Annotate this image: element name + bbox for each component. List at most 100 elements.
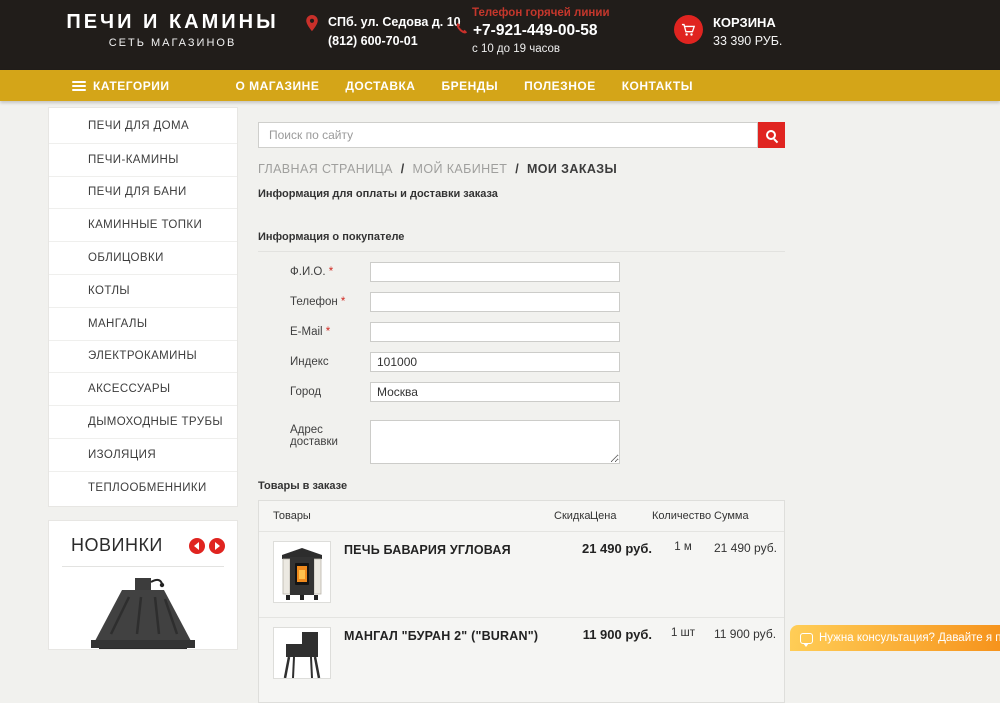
header: ПЕЧИ И КАМИНЫ СЕТЬ МАГАЗИНОВ СПб. ул. Се… [0, 0, 1000, 70]
breadcrumb-current: МОИ ЗАКАЗЫ [527, 162, 617, 176]
search-icon [765, 129, 778, 142]
buyer-form: Ф.И.О. * Телефон * E-Mail * Индекс Город… [258, 262, 785, 464]
chat-widget[interactable]: Нужна консультация? Давайте я помогу! [790, 625, 1000, 651]
menu-icon [72, 79, 86, 93]
city-field[interactable] [370, 382, 620, 402]
cell-quantity: 1 м [652, 541, 714, 553]
sidebar-item-izolyaciya[interactable]: ИЗОЛЯЦИЯ [49, 438, 237, 471]
cart-label: КОРЗИНА [713, 15, 782, 30]
chat-bubble-icon [800, 633, 813, 644]
hotline-hours: с 10 до 19 часов [472, 43, 610, 55]
table-row: ПЕЧЬ БАВАРИЯ УГЛОВАЯ 21 490 руб. 1 м 21 … [259, 532, 784, 617]
nav-label: О МАГАЗИНЕ [235, 79, 319, 93]
location-pin-icon [303, 13, 321, 51]
field-label-email: E-Mail * [258, 326, 370, 338]
nav-item-delivery[interactable]: ДОСТАВКА [345, 79, 415, 93]
sidebar-item-teploobmenniki[interactable]: ТЕПЛООБМЕННИКИ [49, 471, 237, 504]
hotline-number: +7-921-449-00-58 [473, 22, 598, 40]
hotline-label: Телефон горячей линии [472, 7, 610, 19]
sidebar-item-pechi-dlya-bani[interactable]: ПЕЧИ ДЛЯ БАНИ [49, 176, 237, 209]
phone-field[interactable] [370, 292, 620, 312]
nav-item-brands[interactable]: БРЕНДЫ [441, 79, 498, 93]
cell-price: 21 490 руб. [590, 541, 652, 556]
search-input[interactable] [258, 122, 758, 148]
cell-sum: 21 490 руб. [714, 541, 777, 555]
cell-sum: 11 900 руб. [714, 627, 776, 641]
chat-message: Нужна консультация? Давайте я помогу! [819, 632, 1000, 644]
breadcrumb-home[interactable]: ГЛАВНАЯ СТРАНИЦА [258, 162, 393, 176]
nav-label: КОНТАКТЫ [622, 79, 693, 93]
col-header-sum: Сумма [714, 510, 768, 522]
field-label-city: Город [258, 386, 370, 398]
next-arrow-button[interactable] [209, 538, 225, 554]
cell-quantity: 1 шт [652, 627, 714, 639]
divider [62, 566, 224, 567]
col-header-price: Цена [590, 510, 652, 522]
store-address: СПб. ул. Седова д. 10 (812) 600-70-01 [303, 13, 461, 51]
sidebar-item-dymohodnye-truby[interactable]: ДЫМОХОДНЫЕ ТРУБЫ [49, 405, 237, 438]
order-table: Товары Скидка Цена Количество Сумма [258, 500, 785, 703]
sidebar-item-pechi-kaminy[interactable]: ПЕЧИ-КАМИНЫ [49, 143, 237, 176]
table-row: МАНГАЛ "БУРАН 2" ("BURAN") 11 900 руб. 1… [259, 617, 784, 702]
field-label-address: Адрес доставки [258, 420, 370, 448]
search-button[interactable] [758, 122, 785, 148]
logo-title: ПЕЧИ И КАМИНЫ [55, 11, 290, 34]
category-sidebar: ПЕЧИ ДЛЯ ДОМА ПЕЧИ-КАМИНЫ ПЕЧИ ДЛЯ БАНИ … [48, 107, 238, 507]
logo-subtitle: СЕТЬ МАГАЗИНОВ [55, 37, 290, 49]
order-section-title: Товары в заказе [258, 480, 785, 492]
delivery-address-field[interactable] [370, 420, 620, 464]
field-label-fio: Ф.И.О. * [258, 266, 370, 278]
hotline-block: Телефон горячей линии +7-921-449-00-58 с… [455, 7, 610, 55]
prev-arrow-button[interactable] [189, 538, 205, 554]
order-table-header: Товары Скидка Цена Количество Сумма [259, 501, 784, 532]
cart-widget[interactable]: КОРЗИНА 33 390 РУБ. [674, 10, 782, 48]
nav-label: ДОСТАВКА [345, 79, 415, 93]
product-title[interactable]: ПЕЧЬ БАВАРИЯ УГЛОВАЯ [344, 541, 511, 603]
sidebar-item-mangaly[interactable]: МАНГАЛЫ [49, 307, 237, 340]
nav-label: ПОЛЕЗНОЕ [524, 79, 596, 93]
required-mark: * [341, 296, 345, 308]
sidebar-item-pechi-dlya-doma[interactable]: ПЕЧИ ДЛЯ ДОМА [49, 110, 237, 143]
nav-item-contacts[interactable]: КОНТАКТЫ [622, 79, 693, 93]
sidebar-item-aksessuary[interactable]: АКСЕССУАРЫ [49, 372, 237, 405]
novelty-product-image[interactable] [49, 572, 237, 650]
page-intro: Информация для оплаты и доставки заказа [258, 188, 785, 200]
col-header-products: Товары [273, 510, 554, 522]
nav-item-categories[interactable]: КАТЕГОРИИ [72, 79, 169, 93]
col-header-discount: Скидка [554, 510, 590, 522]
breadcrumb-separator: / [515, 162, 519, 176]
main-content: ГЛАВНАЯ СТРАНИЦА / МОЙ КАБИНЕТ / МОИ ЗАК… [258, 107, 785, 703]
novelties-title: НОВИНКИ [71, 535, 163, 556]
product-title[interactable]: МАНГАЛ "БУРАН 2" ("BURAN") [344, 627, 538, 679]
address-line-1: СПб. ул. Седова д. 10 [328, 13, 461, 32]
email-field[interactable] [370, 322, 620, 342]
buyer-section-title: Информация о покупателе [258, 231, 785, 252]
breadcrumb: ГЛАВНАЯ СТРАНИЦА / МОЙ КАБИНЕТ / МОИ ЗАК… [258, 162, 785, 176]
nav-item-useful[interactable]: ПОЛЕЗНОЕ [524, 79, 596, 93]
field-label-phone: Телефон * [258, 296, 370, 308]
phone-icon [455, 22, 468, 40]
sidebar-item-kotly[interactable]: КОТЛЫ [49, 274, 237, 307]
product-thumbnail[interactable] [273, 541, 331, 603]
breadcrumb-cabinet[interactable]: МОЙ КАБИНЕТ [413, 162, 508, 176]
cart-total: 33 390 РУБ. [713, 34, 782, 48]
sidebar-item-kaminnye-topki[interactable]: КАМИННЫЕ ТОПКИ [49, 208, 237, 241]
required-mark: * [326, 326, 330, 338]
address-line-2: (812) 600-70-01 [328, 32, 461, 51]
field-label-index: Индекс [258, 356, 370, 368]
col-header-quantity: Количество [652, 510, 714, 522]
postal-index-field[interactable] [370, 352, 620, 372]
sidebar-item-oblicovki[interactable]: ОБЛИЦОВКИ [49, 241, 237, 274]
cart-icon [674, 15, 703, 44]
sidebar-item-elektrokaminy[interactable]: ЭЛЕКТРОКАМИНЫ [49, 340, 237, 373]
hotline-phone[interactable]: +7-921-449-00-58 [455, 22, 610, 40]
fio-field[interactable] [370, 262, 620, 282]
arrow-right-icon [215, 542, 220, 550]
breadcrumb-separator: / [401, 162, 405, 176]
cell-price: 11 900 руб. [590, 627, 652, 642]
product-thumbnail[interactable] [273, 627, 331, 679]
nav-item-about[interactable]: О МАГАЗИНЕ [235, 79, 319, 93]
nav-label: КАТЕГОРИИ [93, 79, 169, 93]
site-logo[interactable]: ПЕЧИ И КАМИНЫ СЕТЬ МАГАЗИНОВ [55, 11, 290, 49]
required-mark: * [329, 266, 333, 278]
